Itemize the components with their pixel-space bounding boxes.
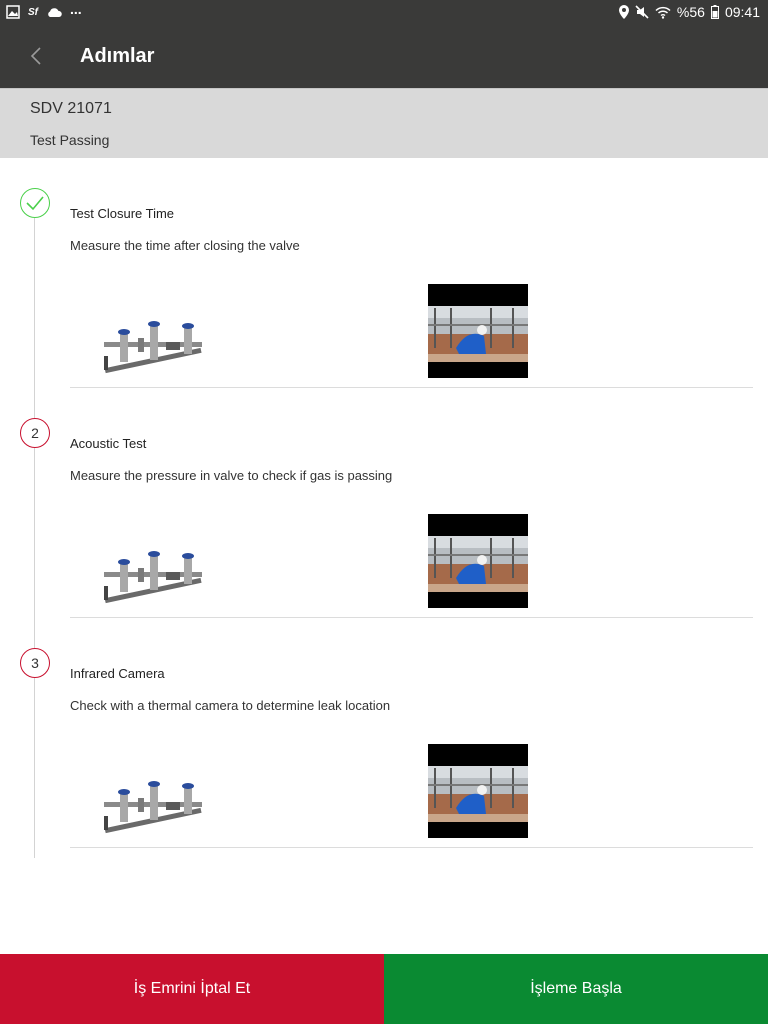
status-bar-right: %56 09:41 — [618, 3, 760, 21]
step-divider — [70, 847, 753, 848]
more-dots-icon: ... — [70, 1, 82, 17]
step-photo[interactable] — [428, 514, 528, 608]
location-icon — [618, 5, 629, 19]
status-bar: Sf ... %56 09:41 — [0, 0, 768, 24]
step-description: Check with a thermal camera to determine… — [70, 698, 391, 713]
cancel-work-order-button[interactable]: İş Emrini İptal Et — [0, 954, 384, 1024]
back-button[interactable] — [20, 40, 52, 72]
gallery-icon — [6, 5, 20, 19]
step-title: Acoustic Test — [70, 436, 147, 451]
step-photo[interactable] — [428, 284, 528, 378]
battery-icon — [710, 5, 719, 19]
step-item[interactable]: Test Closure Time Measure the time after… — [0, 188, 768, 418]
step-item[interactable]: 2 Acoustic Test Measure the pressure in … — [0, 418, 768, 648]
step-divider — [70, 387, 753, 388]
step-item[interactable]: 3 Infrared Camera Check with a thermal c… — [0, 648, 768, 878]
chevron-left-icon — [30, 47, 41, 65]
sf-icon: Sf — [28, 6, 38, 18]
worker-photo-image — [428, 284, 528, 378]
step-done-marker — [20, 188, 50, 218]
checkmark-icon — [26, 196, 44, 211]
mute-icon — [635, 5, 649, 19]
battery-percent: %56 — [676, 4, 705, 20]
step-divider — [70, 617, 753, 618]
cloud-icon — [48, 8, 62, 17]
step-description: Measure the time after closing the valve — [70, 238, 300, 253]
start-process-button[interactable]: İşleme Başla — [384, 954, 768, 1024]
status-bar-left: Sf ... — [6, 1, 82, 21]
worker-photo-image — [428, 744, 528, 838]
valve-assembly-image — [104, 321, 202, 374]
work-order-header: SDV 21071 Test Passing — [0, 88, 768, 158]
page-title: Adımlar — [80, 45, 155, 67]
valve-assembly-image — [104, 781, 202, 834]
worker-photo-image — [428, 514, 528, 608]
status-time: 09:41 — [724, 4, 760, 20]
step-title: Test Closure Time — [70, 206, 175, 221]
step-number-marker: 2 — [20, 418, 50, 448]
step-title: Infrared Camera — [70, 666, 165, 681]
step-number-marker: 3 — [20, 648, 50, 678]
work-order-code: SDV 21071 — [30, 100, 112, 117]
work-order-status: Test Passing — [30, 132, 110, 148]
app-bar: Adımlar — [0, 24, 768, 88]
step-description: Measure the pressure in valve to check i… — [70, 468, 393, 483]
wifi-icon — [655, 6, 671, 19]
valve-assembly-image — [104, 551, 202, 604]
step-photo[interactable] — [428, 744, 528, 838]
